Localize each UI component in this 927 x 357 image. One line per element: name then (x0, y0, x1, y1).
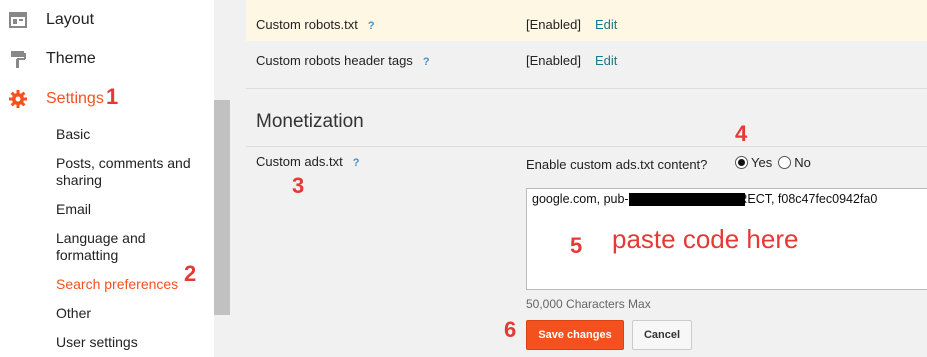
custom-robots-label-text: Custom robots.txt (256, 17, 358, 32)
cancel-button[interactable]: Cancel (632, 320, 692, 350)
main-content: Custom robots.txt? [Enabled] Edit Custom… (230, 0, 927, 357)
custom-robots-value: [Enabled] (526, 17, 581, 32)
paste-code-annotation: paste code here (612, 224, 799, 254)
sidebar-item-posts-comments-sharing[interactable]: Posts, comments and sharing (56, 155, 206, 189)
help-icon[interactable]: ? (353, 157, 360, 169)
sidebar-item-language-formatting[interactable]: Language and formatting (56, 230, 206, 264)
custom-robots-header-label: Custom robots header tags? (256, 53, 430, 68)
annotation-1: 1 (106, 84, 119, 109)
annotation-5: 5 (570, 233, 583, 258)
help-icon[interactable]: ? (368, 20, 375, 32)
layout-icon (9, 12, 27, 28)
monetization-title: Monetization (256, 111, 364, 132)
radio-yes[interactable] (735, 156, 748, 169)
character-limit-hint: 50,000 Characters Max (526, 297, 651, 311)
nav-item-layout[interactable]: Layout (0, 2, 214, 38)
custom-robots-header-row: Custom robots header tags? [Enabled] Edi… (246, 41, 927, 89)
sidebar-scrollbar-thumb[interactable] (214, 100, 230, 315)
sidebar-scrollbar[interactable] (214, 0, 230, 357)
custom-robots-header-label-text: Custom robots header tags (256, 53, 413, 68)
custom-robots-edit-link[interactable]: Edit (595, 17, 617, 32)
sidebar-item-user-settings[interactable]: User settings (56, 334, 206, 351)
annotation-3: 3 (292, 173, 305, 198)
settings-panel: Custom robots.txt? [Enabled] Edit Custom… (246, 0, 927, 357)
sidebar: Layout Theme Settings Basic Posts, comme… (0, 0, 230, 357)
nav-label-theme: Theme (46, 50, 96, 67)
help-icon[interactable]: ? (423, 56, 430, 68)
custom-robots-header-edit-link[interactable]: Edit (595, 53, 617, 68)
annotation-4: 4 (735, 121, 748, 146)
annotation-2: 2 (184, 261, 197, 286)
redaction-bar (629, 193, 745, 206)
theme-roller-icon (11, 51, 26, 68)
custom-ads-label: Custom ads.txt? (256, 154, 359, 169)
save-changes-button[interactable]: Save changes (526, 320, 624, 350)
nav-item-theme[interactable]: Theme (0, 41, 214, 77)
sidebar-item-email[interactable]: Email (56, 201, 206, 218)
radio-no-label[interactable]: No (794, 155, 811, 170)
custom-robots-header-value: [Enabled] (526, 53, 581, 68)
enable-ads-question: Enable custom ads.txt content? (526, 157, 708, 172)
settings-gear-icon (9, 90, 27, 108)
nav-label-settings: Settings (46, 90, 104, 107)
annotation-6: 6 (504, 317, 517, 342)
sidebar-item-basic[interactable]: Basic (56, 126, 206, 143)
custom-robots-row: Custom robots.txt? [Enabled] Edit (246, 0, 927, 41)
radio-yes-label[interactable]: Yes (751, 155, 772, 170)
custom-robots-label: Custom robots.txt? (256, 17, 375, 32)
custom-ads-section: Custom ads.txt? Enable custom ads.txt co… (246, 146, 927, 357)
nav-label-layout: Layout (46, 11, 95, 28)
enable-ads-radio-group: Yes No (735, 155, 817, 170)
sidebar-item-other[interactable]: Other (56, 305, 206, 322)
custom-ads-label-text: Custom ads.txt (256, 154, 343, 169)
radio-no[interactable] (778, 156, 792, 169)
